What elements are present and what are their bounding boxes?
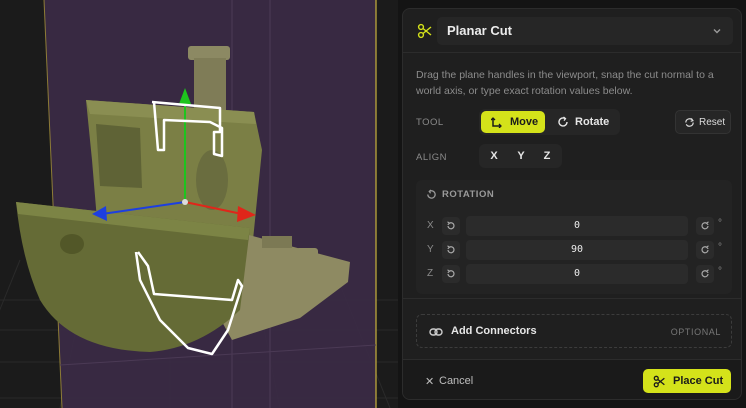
axis-label: Y	[427, 244, 434, 255]
3d-viewport[interactable]	[0, 0, 398, 408]
panel-header: Planar Cut	[403, 9, 741, 53]
scissors-icon	[653, 375, 665, 388]
align-y-button[interactable]: Y	[509, 146, 533, 166]
rotate-cw-button[interactable]	[696, 265, 714, 283]
rotate-cw-icon	[701, 269, 709, 278]
panel-title: Planar Cut	[447, 23, 513, 38]
rotate-ccw-button[interactable]	[442, 217, 460, 235]
rotate-cw-button[interactable]	[696, 241, 714, 259]
rotation-row-x: X 0 °	[416, 216, 732, 236]
cut-mode-dropdown[interactable]: Planar Cut	[437, 17, 733, 45]
rotation-x-input[interactable]: 0	[466, 216, 688, 236]
panel-description: Drag the plane handles in the viewport, …	[416, 69, 714, 97]
degree-unit: °	[718, 242, 722, 253]
degree-unit: °	[718, 266, 722, 277]
align-x-button[interactable]: X	[482, 146, 506, 166]
move-tool-button[interactable]: Move	[481, 111, 545, 133]
rotate-cw-button[interactable]	[696, 217, 714, 235]
rotate-ccw-icon	[447, 245, 455, 254]
reset-button[interactable]: Reset	[675, 110, 731, 134]
rotation-card: ROTATION X 0 ° Y 90 ° Z 0 °	[416, 180, 732, 294]
rotation-row-z: Z 0 °	[416, 264, 732, 284]
align-z-button[interactable]: Z	[535, 146, 559, 166]
rotate-ccw-button[interactable]	[442, 265, 460, 283]
move-icon	[491, 117, 502, 128]
section-divider	[403, 298, 741, 299]
rotate-ccw-button[interactable]	[442, 241, 460, 259]
rotate-cw-icon	[701, 221, 709, 230]
rotation-row-y: Y 90 °	[416, 240, 732, 260]
rotation-y-input[interactable]: 90	[466, 240, 688, 260]
cancel-label: Cancel	[439, 375, 474, 387]
reset-label: Reset	[699, 117, 726, 128]
panel-footer: ✕ Cancel Place Cut	[403, 359, 741, 399]
rotate-cw-icon	[701, 245, 709, 254]
planar-cut-panel: Planar Cut Drag the plane handles in the…	[402, 8, 742, 400]
rotate-ccw-icon	[447, 221, 455, 230]
reset-icon	[685, 118, 694, 127]
align-selector: X Y Z	[479, 144, 562, 168]
rotation-z-input[interactable]: 0	[466, 264, 688, 284]
axis-label: Z	[427, 268, 434, 279]
place-cut-button[interactable]: Place Cut	[643, 369, 731, 393]
tool-selector: Move Rotate	[479, 109, 620, 135]
align-label: ALIGN	[416, 152, 448, 163]
rotation-icon	[427, 189, 436, 199]
place-cut-label: Place Cut	[673, 375, 724, 387]
chevron-down-icon	[713, 29, 721, 34]
connectors-label: Add Connectors	[451, 325, 537, 337]
link-icon	[429, 328, 443, 336]
rotation-title: ROTATION	[442, 189, 495, 200]
degree-unit: °	[718, 218, 722, 229]
optional-badge: OPTIONAL	[670, 327, 721, 337]
rotate-label: Rotate	[575, 116, 610, 128]
close-icon: ✕	[425, 376, 435, 388]
add-connectors-button[interactable]: Add Connectors OPTIONAL	[416, 314, 732, 348]
viewport-scene[interactable]	[0, 0, 398, 408]
scissors-icon	[417, 23, 432, 39]
rotate-ccw-icon	[447, 269, 455, 278]
rotate-tool-button[interactable]: Rotate	[549, 111, 617, 133]
axis-label: X	[427, 220, 434, 231]
tool-label: TOOL	[416, 117, 444, 128]
rotate-icon	[558, 116, 568, 127]
move-label: Move	[510, 116, 539, 128]
